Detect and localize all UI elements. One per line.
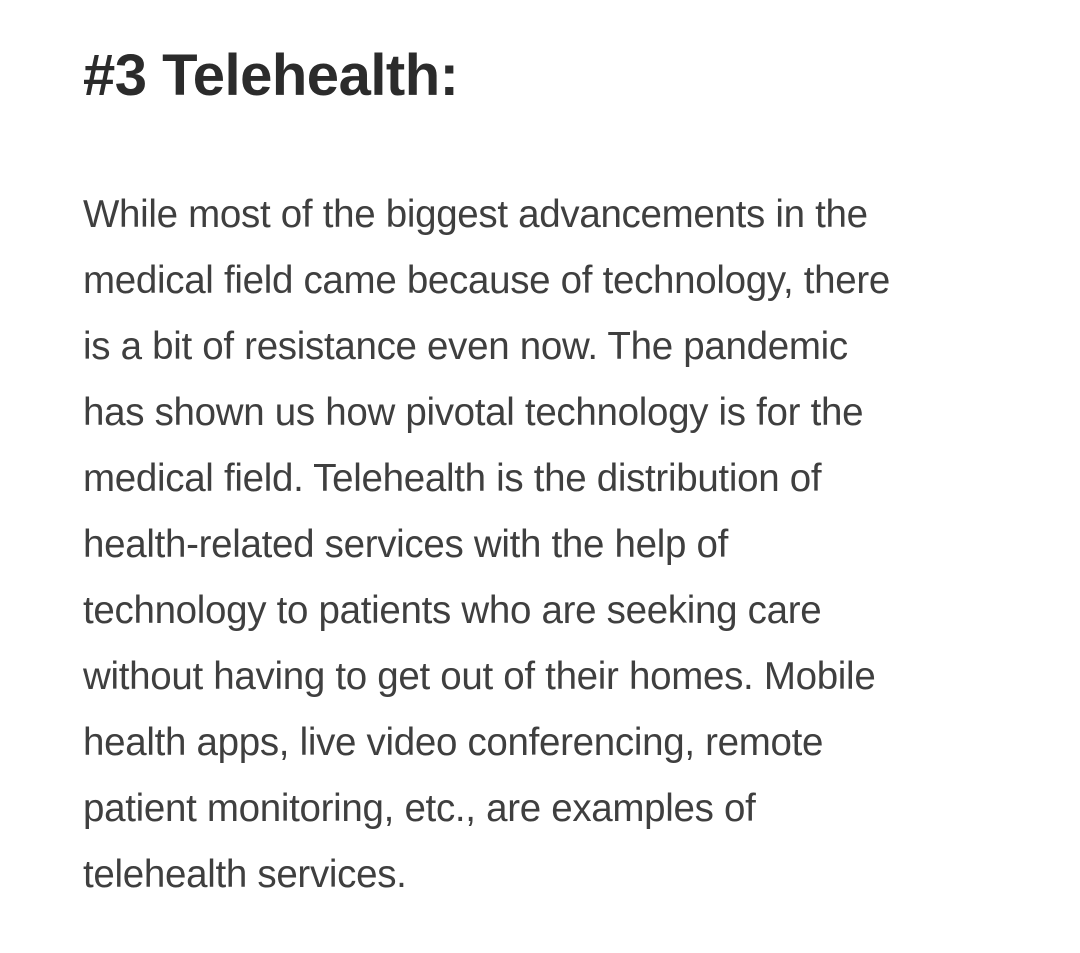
section-paragraph: While most of the biggest advancements i… bbox=[83, 193, 890, 896]
section-heading: #3 Telehealth: bbox=[83, 43, 459, 108]
